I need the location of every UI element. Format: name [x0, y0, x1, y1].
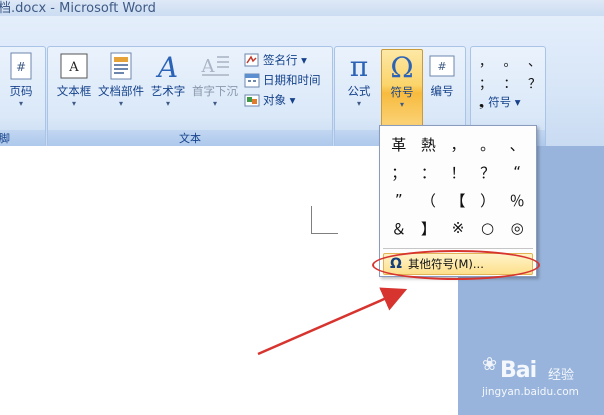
watermark-brand: Bai — [500, 358, 537, 383]
watermark-suffix: 经验 — [548, 368, 575, 383]
watermark-url: jingyan.baidu.com — [482, 386, 579, 398]
baidu-watermark: ❀ Bai 经验 jingyan.baidu.com — [482, 352, 600, 408]
paw-icon: ❀ — [482, 354, 498, 375]
